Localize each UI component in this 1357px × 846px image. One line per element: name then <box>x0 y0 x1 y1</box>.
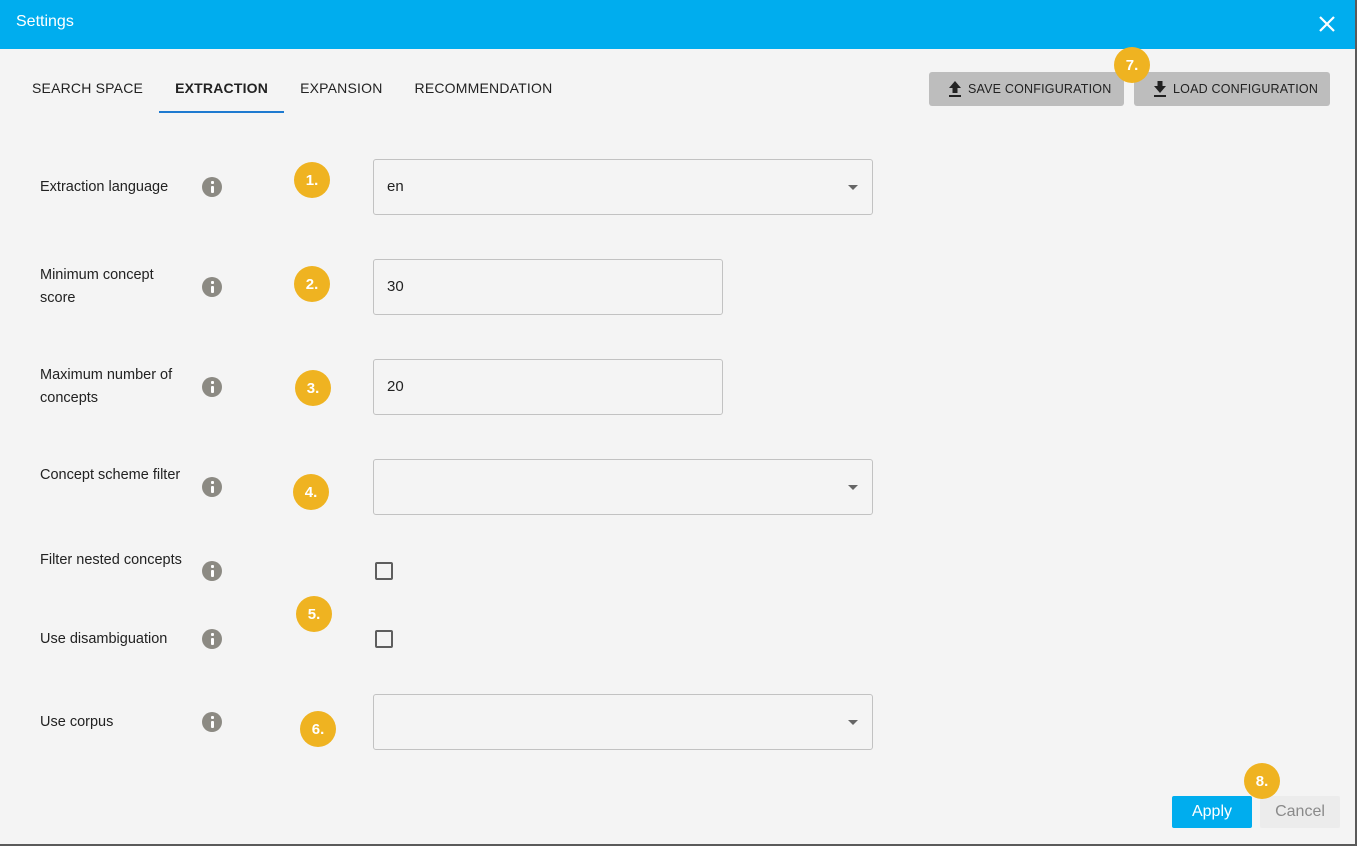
apply-button[interactable]: Apply <box>1172 796 1252 828</box>
save-configuration-label: SAVE CONFIGURATION <box>968 82 1112 96</box>
use-disambiguation-label: Use disambiguation <box>40 631 168 647</box>
tab-extraction[interactable]: EXTRACTION <box>159 66 285 113</box>
annotation-badge-4: 4. <box>293 474 329 510</box>
extraction-language-value: en <box>387 178 404 195</box>
use-corpus-label: Use corpus <box>40 714 114 730</box>
tab-recommendation[interactable]: RECOMMENDATION <box>399 66 569 113</box>
filter-nested-concepts-checkbox[interactable] <box>375 562 393 580</box>
close-icon[interactable] <box>1317 14 1337 34</box>
chevron-down-icon <box>848 185 858 190</box>
info-icon[interactable] <box>202 377 222 397</box>
info-icon[interactable] <box>202 477 222 497</box>
info-icon[interactable] <box>202 561 222 581</box>
save-configuration-button[interactable]: SAVE CONFIGURATION <box>929 72 1124 106</box>
annotation-badge-1: 1. <box>294 162 330 198</box>
annotation-badge-7: 7. <box>1114 47 1150 83</box>
tab-search-space[interactable]: SEARCH SPACE <box>16 66 159 113</box>
title-bar: Settings <box>0 0 1355 49</box>
settings-dialog: Settings SEARCH SPACE EXTRACTION EXPANSI… <box>0 0 1357 846</box>
max-concepts-label: Maximum number of concepts <box>40 367 173 406</box>
max-concepts-input[interactable]: 20 <box>373 359 723 415</box>
min-concept-score-label: Minimum concept score <box>40 267 154 306</box>
info-icon[interactable] <box>202 277 222 297</box>
tab-bar: SEARCH SPACE EXTRACTION EXPANSION RECOMM… <box>16 66 568 114</box>
annotation-badge-5: 5. <box>296 596 332 632</box>
load-configuration-button[interactable]: LOAD CONFIGURATION <box>1134 72 1330 106</box>
use-disambiguation-checkbox[interactable] <box>375 630 393 648</box>
concept-scheme-filter-select[interactable] <box>373 459 873 515</box>
filter-nested-concepts-label: Filter nested concepts <box>40 552 182 568</box>
use-corpus-select[interactable] <box>373 694 873 750</box>
info-icon[interactable] <box>202 177 222 197</box>
cancel-button[interactable]: Cancel <box>1260 796 1340 828</box>
dialog-title: Settings <box>16 13 74 30</box>
concept-scheme-filter-label: Concept scheme filter <box>40 467 181 483</box>
min-concept-score-input[interactable]: 30 <box>373 259 723 315</box>
info-icon[interactable] <box>202 712 222 732</box>
annotation-badge-8: 8. <box>1244 763 1280 799</box>
extraction-language-label: Extraction language <box>40 179 169 195</box>
download-icon <box>1154 81 1166 97</box>
annotation-badge-3: 3. <box>295 370 331 406</box>
annotation-badge-2: 2. <box>294 266 330 302</box>
chevron-down-icon <box>848 720 858 725</box>
annotation-badge-6: 6. <box>300 711 336 747</box>
tab-expansion[interactable]: EXPANSION <box>284 66 398 113</box>
info-icon[interactable] <box>202 629 222 649</box>
load-configuration-label: LOAD CONFIGURATION <box>1173 82 1319 96</box>
extraction-language-select[interactable]: en <box>373 159 873 215</box>
chevron-down-icon <box>848 485 858 490</box>
upload-icon <box>949 81 961 97</box>
